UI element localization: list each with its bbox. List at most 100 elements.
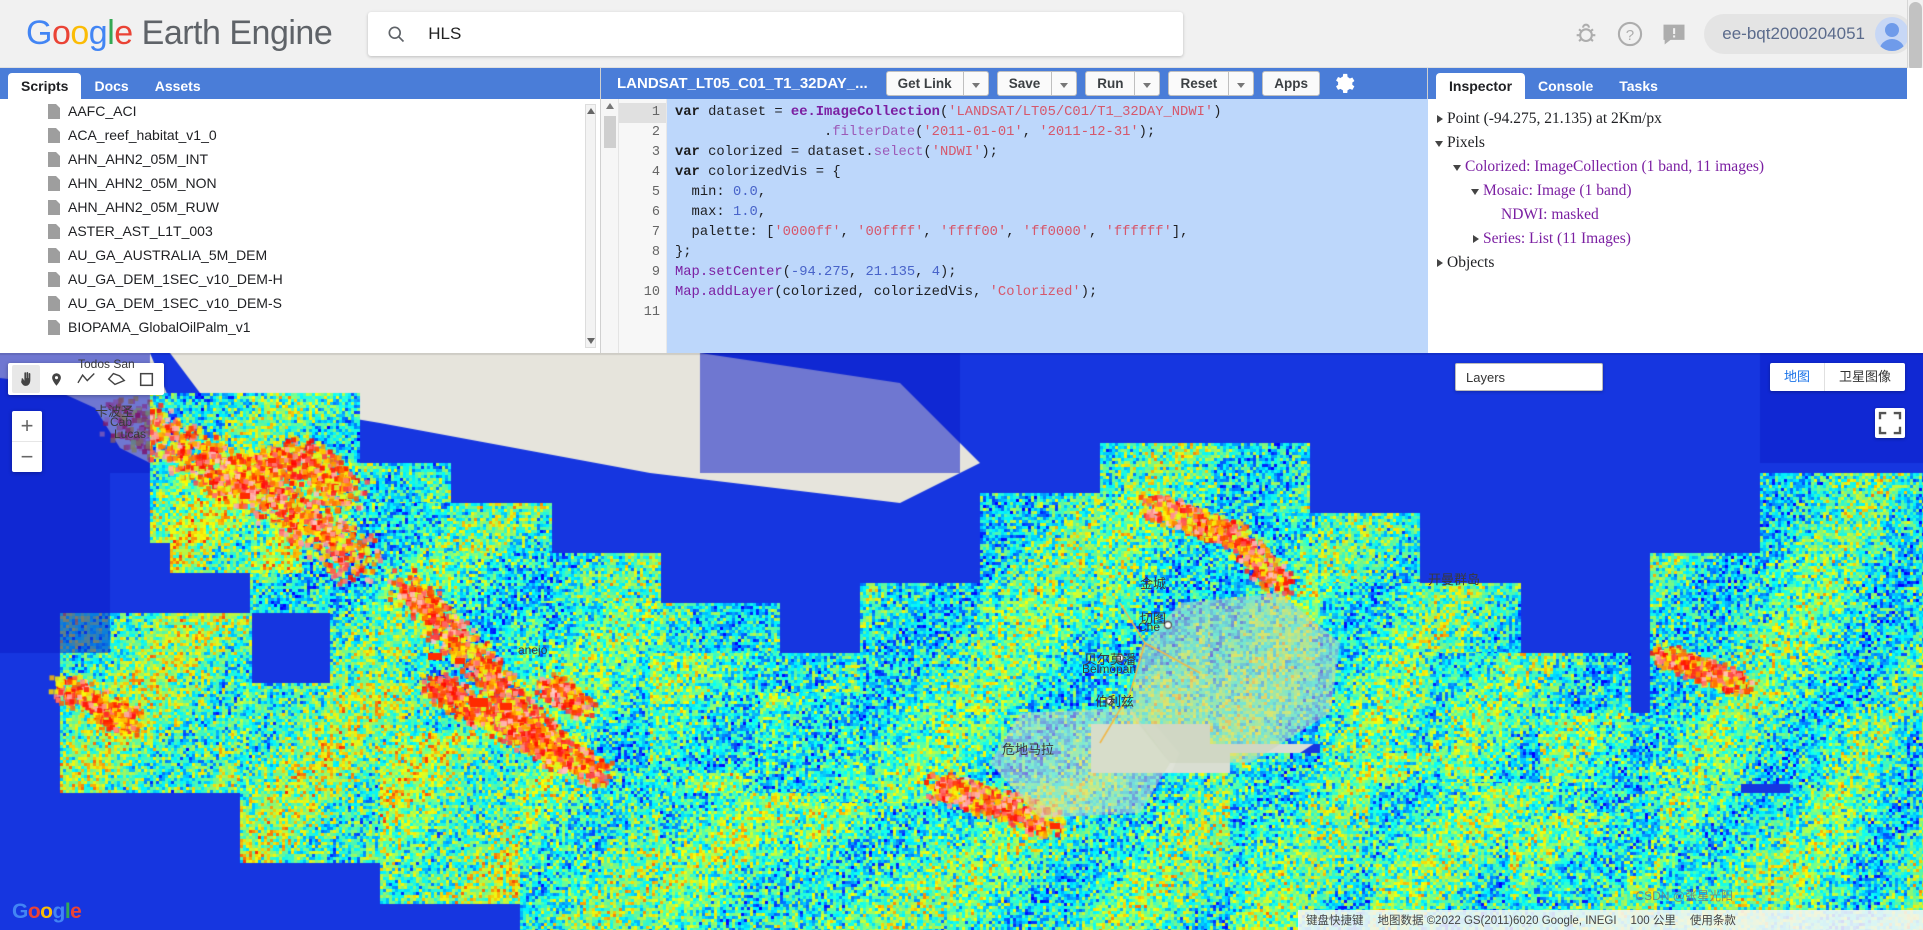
code-text-area[interactable]: var dataset = ee.ImageCollection('LANDSA…	[667, 99, 1428, 353]
script-list[interactable]: AAFC_ACIACA_reef_habitat_v1_0 AHN_AHN2_05…	[0, 99, 601, 353]
draw-rectangle-icon[interactable]	[132, 365, 160, 393]
logo-letter-g: G	[26, 14, 52, 52]
avatar[interactable]	[1875, 17, 1909, 51]
left-panel-tabs: ScriptsDocsAssets	[0, 68, 600, 99]
map-attribution-bar: 键盘快捷键地图数据 ©2022 GS(2011)6020 Google, INE…	[1298, 910, 1923, 930]
map-raster-layer	[0, 353, 1923, 930]
draw-polygon-icon[interactable]	[102, 365, 130, 393]
zoom-out-button[interactable]: −	[12, 442, 42, 472]
logo-product-name: Earth Engine	[133, 14, 333, 52]
feedback-icon[interactable]	[1660, 20, 1688, 48]
inspector-row[interactable]: Point (-94.275, 21.135) at 2Km/px	[1434, 107, 1907, 131]
code-line: var colorizedVis = {	[667, 163, 1428, 183]
reset-button[interactable]: Reset	[1168, 71, 1229, 96]
script-list-item[interactable]: AHN_AHN2_05M_NON	[0, 171, 601, 195]
run-group: Run	[1085, 71, 1160, 96]
inspector-row[interactable]: Mosaic: Image (1 band)	[1434, 179, 1907, 203]
scroll-up-arrow-icon[interactable]	[587, 108, 595, 114]
page-scrollbar-thumb[interactable]	[1909, 2, 1922, 72]
inspector-row[interactable]: Objects	[1434, 251, 1907, 275]
file-icon	[48, 248, 60, 263]
code-line: palette: ['0000ff', '00ffff', 'ffff00', …	[667, 223, 1428, 243]
run-dropdown-caret-icon[interactable]	[1135, 71, 1160, 96]
inspector-row[interactable]: Colorized: ImageCollection (1 band, 11 i…	[1434, 155, 1907, 179]
file-icon	[48, 200, 60, 215]
script-list-item[interactable]: ACA_reef_habitat_v1_0	[0, 123, 601, 147]
zoom-controls: + −	[12, 411, 42, 472]
collapse-caret-icon[interactable]	[1452, 155, 1465, 179]
script-path-label: LANDSAT_LT05_C01_T1_32DAY_...	[607, 75, 878, 92]
gmap-letter-e: e	[70, 900, 81, 923]
app-logo[interactable]: Google Earth Engine	[26, 14, 332, 53]
run-button[interactable]: Run	[1085, 71, 1135, 96]
tab-inspector[interactable]: Inspector	[1436, 73, 1525, 99]
bug-icon[interactable]	[1572, 20, 1600, 48]
inspector-row[interactable]: NDWI: masked	[1434, 203, 1907, 227]
editor-scroll-thumb[interactable]	[604, 116, 616, 148]
left-panel: ScriptsDocsAssets AAFC_ACIACA_reef_habit…	[0, 68, 601, 353]
scroll-down-arrow-icon[interactable]	[587, 338, 595, 344]
get-link-button[interactable]: Get Link	[886, 71, 964, 96]
tab-assets[interactable]: Assets	[142, 73, 214, 99]
search-box[interactable]	[368, 12, 1183, 56]
gmap-letter-o1: o	[28, 900, 40, 923]
script-list-item[interactable]: BIOPAMA_GlobalOilPalm_v1	[0, 315, 601, 339]
svg-text:?: ?	[1626, 26, 1634, 43]
get-link-dropdown-caret-icon[interactable]	[964, 71, 989, 96]
logo-letter-o1: o	[52, 14, 70, 52]
layers-button[interactable]: Layers	[1455, 363, 1603, 391]
editor-scrollbar[interactable]	[601, 99, 619, 353]
script-list-item[interactable]: AAFC_ACI	[0, 99, 601, 123]
script-list-item[interactable]: AU_GA_DEM_1SEC_v10_DEM-S	[0, 291, 601, 315]
help-icon[interactable]: ?	[1616, 20, 1644, 48]
code-editor[interactable]: 1234567891011 var dataset = ee.ImageColl…	[601, 99, 1428, 353]
expand-caret-icon[interactable]	[1434, 107, 1447, 131]
attribution-item[interactable]: 键盘快捷键	[1306, 912, 1364, 928]
save-dropdown-caret-icon[interactable]	[1052, 71, 1077, 96]
map-type-roadmap-button[interactable]: 地图	[1770, 363, 1824, 391]
gear-icon[interactable]	[1330, 71, 1356, 97]
script-list-item[interactable]: AU_GA_AUSTRALIA_5M_DEM	[0, 243, 601, 267]
account-pill[interactable]: ee-bqt2000204051	[1704, 14, 1913, 54]
script-list-item[interactable]: ASTER_AST_L1T_003	[0, 219, 601, 243]
script-name-label: AHN_AHN2_05M_NON	[68, 175, 217, 191]
script-list-scrollbar[interactable]	[585, 104, 596, 348]
expand-caret-icon[interactable]	[1470, 227, 1483, 251]
expand-caret-icon[interactable]	[1434, 251, 1447, 275]
save-button[interactable]: Save	[997, 71, 1053, 96]
draw-line-icon[interactable]	[72, 365, 100, 393]
fullscreen-icon[interactable]	[1875, 408, 1905, 438]
line-number: 9	[619, 263, 666, 283]
apps-button[interactable]: Apps	[1262, 71, 1320, 96]
tab-scripts[interactable]: Scripts	[8, 73, 81, 99]
csdn-watermark: CSDN @张星光阳	[1635, 887, 1733, 904]
script-list-item[interactable]: AU_GA_DEM_1SEC_v10_DEM-H	[0, 267, 601, 291]
reset-dropdown-caret-icon[interactable]	[1229, 71, 1254, 96]
place-marker-icon[interactable]	[42, 365, 70, 393]
zoom-in-button[interactable]: +	[12, 411, 42, 441]
script-list-item[interactable]: AHN_AHN2_05M_RUW	[0, 195, 601, 219]
collapse-caret-icon[interactable]	[1434, 131, 1447, 155]
map-type-buttons: 地图卫星图像	[1770, 363, 1905, 391]
collapse-caret-icon[interactable]	[1470, 179, 1483, 203]
gmap-letter-g: G	[12, 900, 28, 923]
inspector-row[interactable]: Series: List (11 Images)	[1434, 227, 1907, 251]
map-view[interactable]: + − Layers 地图卫星图像 Google CSDN @张星光阳 键盘快捷…	[0, 353, 1923, 930]
script-list-item[interactable]: AHN_AHN2_05M_INT	[0, 147, 601, 171]
code-line: };	[667, 243, 1428, 263]
file-icon	[48, 272, 60, 287]
tab-console[interactable]: Console	[1525, 73, 1606, 99]
map-type-satellite-button[interactable]: 卫星图像	[1824, 363, 1905, 391]
script-name-label: AHN_AHN2_05M_INT	[68, 151, 208, 167]
inspector-panel: InspectorConsoleTasks Point (-94.275, 21…	[1428, 68, 1907, 353]
file-icon	[48, 224, 60, 239]
editor-scroll-up-icon[interactable]	[606, 103, 614, 109]
inspector-row-label: NDWI: masked	[1501, 203, 1599, 227]
tab-tasks[interactable]: Tasks	[1606, 73, 1671, 99]
pan-hand-icon[interactable]	[12, 365, 40, 393]
line-number: 8	[619, 243, 666, 263]
inspector-row[interactable]: Pixels	[1434, 131, 1907, 155]
tab-docs[interactable]: Docs	[81, 73, 141, 99]
attribution-item[interactable]: 使用条款	[1690, 912, 1736, 928]
search-input[interactable]	[428, 24, 1128, 44]
